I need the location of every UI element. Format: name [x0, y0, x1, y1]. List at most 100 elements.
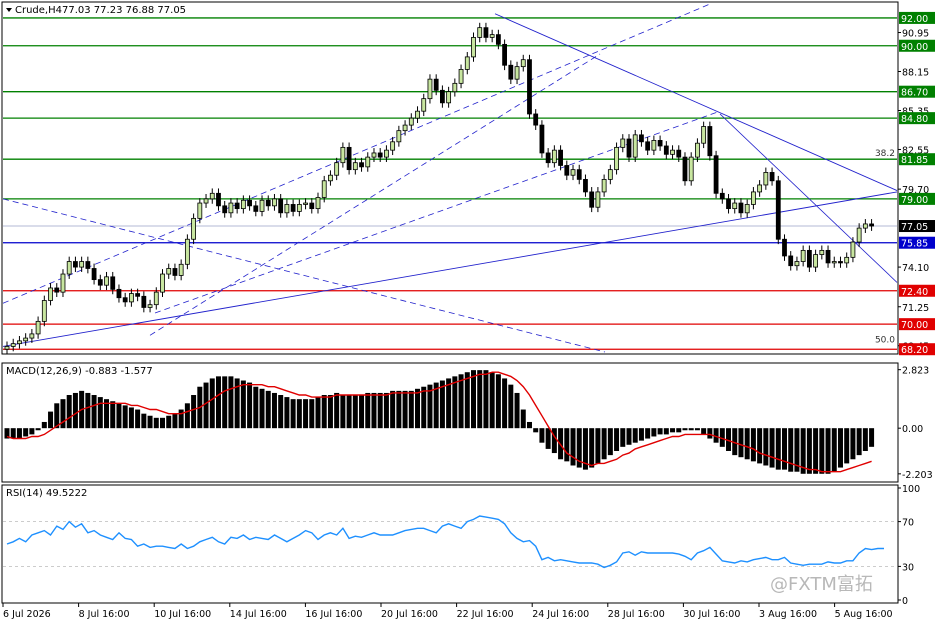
candle-bull [489, 34, 495, 38]
candle-bull [415, 110, 420, 119]
macd-bar [408, 390, 414, 429]
candle-bear [589, 191, 595, 208]
dropdown-triangle-icon[interactable] [6, 8, 12, 12]
candle-bull [184, 238, 190, 265]
candle-bear [527, 59, 532, 115]
macd-bar [371, 392, 377, 429]
candle-bull [856, 227, 862, 243]
time-tick-label: 16 Jul 16:00 [305, 609, 362, 620]
candle-bull [4, 346, 10, 350]
candle-bull [197, 202, 203, 219]
macd-bar [570, 428, 576, 466]
macd-bar [390, 390, 396, 429]
chart-canvas[interactable]: 38.250.0 92.0090.9590.0088.1586.7085.358… [0, 0, 936, 624]
candle-bear [825, 249, 831, 264]
macd-bar [744, 428, 750, 460]
price-tick-label-71.25: 71.25 [902, 303, 929, 314]
candle-bull [458, 69, 464, 84]
candle-bull [303, 202, 308, 205]
price-tag-75.85: 75.85 [901, 239, 928, 250]
candle-bull [29, 333, 35, 339]
candle-bear [433, 78, 439, 91]
candle-bull [160, 273, 165, 293]
time-tick-label: 20 Jul 16:00 [381, 609, 438, 620]
candle-bull [520, 59, 526, 68]
candle-bear [116, 288, 122, 299]
macd-bar [701, 428, 707, 435]
candle-bear [769, 172, 775, 182]
macd-bar [383, 392, 389, 429]
fib-label-50.0: 50.0 [875, 336, 895, 346]
macd-bar [471, 370, 476, 429]
candle-bear [545, 152, 551, 164]
rsi-tick-label-0: 0 [902, 596, 908, 607]
time-tick-label: 5 Aug 16:00 [835, 609, 893, 620]
price-tag-68.20: 68.20 [901, 345, 928, 356]
candle-bull [595, 191, 601, 208]
macd-bar [122, 405, 128, 429]
rsi-tick-label-30: 30 [902, 562, 914, 573]
time-tick-label: 22 Jul 16:00 [457, 609, 514, 620]
macd-bar [545, 428, 551, 449]
candle-bear [73, 261, 78, 268]
candle-bear [533, 113, 539, 126]
macd-bar [869, 428, 875, 447]
candle-bear [719, 192, 725, 200]
macd-bar [607, 428, 613, 456]
candle-bull [819, 249, 825, 255]
candle-bull [272, 198, 277, 207]
candle-bull [757, 184, 763, 193]
candle-bear [645, 141, 651, 151]
macd-bar [663, 428, 669, 435]
time-tick-label: 28 Jul 16:00 [608, 609, 665, 620]
candle-bull [203, 198, 209, 204]
candle-bear [172, 268, 178, 276]
macd-bar [321, 395, 327, 429]
candle-bear [122, 297, 128, 303]
macd-bar [265, 390, 271, 429]
macd-bar [116, 403, 122, 429]
candle-bull [315, 197, 321, 210]
candle-bear [439, 89, 445, 104]
candle-bull [763, 172, 769, 186]
candle-bull [228, 202, 234, 214]
macd-bar [514, 392, 520, 429]
candle-bear [676, 149, 682, 158]
macd-bar [502, 378, 508, 429]
macd-bar [222, 376, 228, 429]
macd-bar [626, 428, 632, 445]
candle-bear [663, 145, 669, 155]
price-tick-label-90.95: 90.95 [902, 29, 929, 40]
macd-bar [352, 395, 358, 429]
candle-bull [178, 263, 184, 276]
macd-bar [694, 428, 700, 431]
macd-bar [178, 409, 184, 429]
candle-bull [104, 276, 109, 286]
macd-bar [334, 392, 340, 429]
macd-bar [160, 417, 165, 429]
macd-tick-label-2.823: 2.823 [902, 366, 929, 377]
macd-bar [806, 428, 812, 474]
candle-bull [66, 261, 72, 275]
macd-bar [489, 372, 495, 429]
macd-bar [551, 428, 557, 454]
macd-bar [788, 428, 794, 472]
macd-bar [41, 421, 47, 429]
macd-tick-label--2.203: -2.203 [902, 470, 933, 481]
macd-bar [526, 421, 532, 429]
rsi-line [6, 515, 884, 569]
candle-bull [23, 337, 29, 342]
candle-bear [558, 149, 563, 166]
macd-bar [110, 401, 116, 429]
price-tick-label-88.15: 88.15 [902, 68, 929, 79]
candle-bear [309, 202, 315, 210]
macd-bar [850, 428, 856, 460]
candle-bear [576, 169, 582, 180]
macd-bar [247, 382, 253, 429]
candle-bull [446, 91, 452, 104]
candle-bear [713, 155, 719, 194]
price-tag-86.70: 86.70 [901, 88, 928, 99]
macd-label: MACD(12,26,9) -0.883 -1.577 [6, 366, 153, 377]
candle-bear [806, 249, 812, 268]
candle-bull [259, 199, 265, 212]
